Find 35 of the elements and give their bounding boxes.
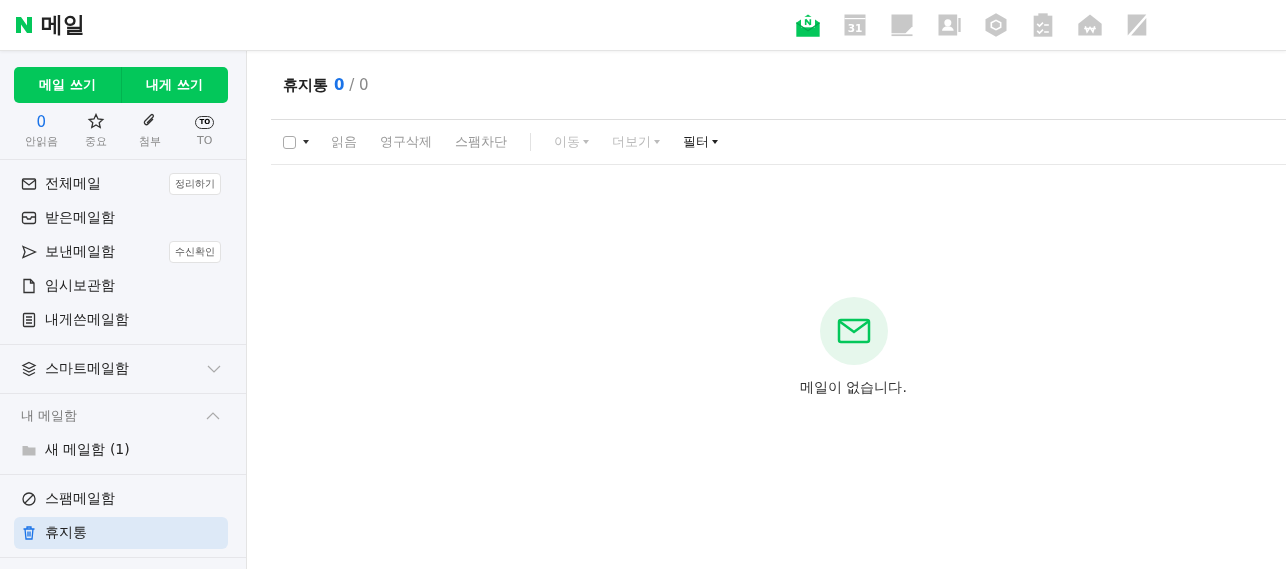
toolbar-button[interactable]: 필터 [683, 133, 718, 151]
inbox-icon [21, 210, 37, 226]
folder-title: 휴지통 [283, 75, 328, 95]
star-icon [86, 113, 105, 131]
folder-action-button[interactable]: 정리하기 [169, 173, 221, 195]
envelope-icon [21, 176, 37, 192]
select-all-checkbox[interactable] [283, 135, 296, 149]
send-icon [21, 244, 37, 260]
folder-item[interactable]: 보낸메일함 수신확인 [14, 236, 228, 268]
empty-message: 메일이 없습니다. [800, 379, 907, 397]
section-title: 내 메일함 [21, 407, 78, 425]
folder-item[interactable]: 스마트메일함 [14, 353, 228, 385]
document-icon [21, 278, 37, 294]
folder-item[interactable]: 전체메일 정리하기 [14, 168, 228, 200]
folder-item[interactable]: 휴지통 [14, 517, 228, 549]
total-count: / 0 [348, 76, 369, 94]
filter-button[interactable]: 중요 [70, 113, 121, 149]
folder-item[interactable]: 내게쓴메일함 [14, 304, 228, 336]
layers-icon [21, 361, 37, 377]
folder-item[interactable]: 새 메일함 (1) [14, 434, 228, 466]
folder-action-button[interactable]: 수신확인 [169, 241, 221, 263]
folder-item[interactable]: 임시보관함 [14, 270, 228, 302]
trash-icon [21, 525, 37, 541]
logo-icon [15, 16, 33, 34]
chevron-icon[interactable] [206, 412, 220, 420]
caret-icon[interactable] [303, 140, 309, 144]
memo-icon [21, 312, 37, 328]
app-title: 메일 [41, 11, 85, 39]
filter-button[interactable]: 첨부 [125, 113, 176, 149]
chevron-icon[interactable] [207, 365, 221, 373]
unread-count: 0 [334, 76, 345, 94]
folder-item[interactable]: 받은메일함 [14, 202, 228, 234]
filter-button[interactable]: 0 안읽음 [16, 113, 67, 149]
folder-item[interactable]: 스팸메일함 [14, 483, 228, 515]
blocked-icon [21, 491, 37, 507]
